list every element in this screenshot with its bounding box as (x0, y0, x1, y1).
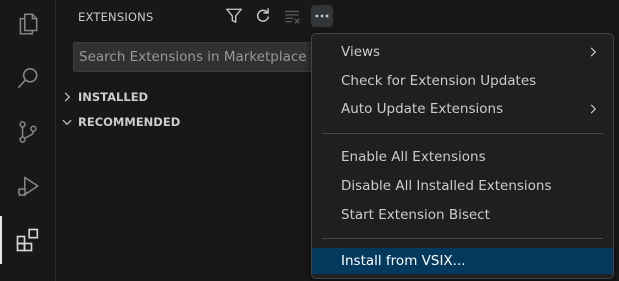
menu-item-enable-all[interactable]: Enable All Extensions (312, 144, 613, 170)
menu-item-label: Start Extension Bisect (341, 207, 490, 223)
menu-separator (322, 133, 603, 134)
sidebar-title: EXTENSIONS (78, 10, 154, 24)
menu-item-views[interactable]: Views (312, 39, 613, 65)
section-label: RECOMMENDED (78, 115, 181, 129)
menu-item-label: Disable All Installed Extensions (341, 178, 552, 194)
submenu-chevron-icon (585, 101, 601, 117)
refresh-icon[interactable] (252, 5, 274, 27)
menu-item-check-updates[interactable]: Check for Extension Updates (312, 68, 613, 94)
menu-item-label: Check for Extension Updates (341, 73, 537, 89)
menu-item-label: Enable All Extensions (341, 149, 486, 165)
menu-item-label: Auto Update Extensions (341, 101, 504, 117)
search-icon[interactable] (0, 54, 56, 102)
search-input[interactable] (73, 42, 327, 72)
section-label: INSTALLED (78, 90, 149, 104)
chevron-down-icon (59, 114, 75, 130)
extensions-icon[interactable] (0, 216, 56, 264)
menu-item-install-vsix[interactable]: Install from VSIX... (312, 248, 613, 274)
more-actions-icon[interactable] (311, 5, 333, 27)
run-debug-icon[interactable] (0, 162, 56, 210)
source-control-icon[interactable] (0, 108, 56, 156)
chevron-right-icon (59, 89, 75, 105)
menu-separator (322, 238, 603, 239)
filter-icon[interactable] (223, 5, 245, 27)
menu-item-label: Views (341, 44, 381, 60)
activity-bar (0, 0, 56, 281)
clear-icon[interactable] (281, 5, 303, 27)
explorer-icon[interactable] (0, 0, 56, 48)
menu-item-auto-update[interactable]: Auto Update Extensions (312, 96, 613, 122)
menu-item-bisect[interactable]: Start Extension Bisect (312, 202, 613, 228)
menu-item-label: Install from VSIX... (341, 253, 466, 269)
more-actions-menu: Views Check for Extension Updates Auto U… (311, 33, 614, 279)
menu-item-disable-all[interactable]: Disable All Installed Extensions (312, 173, 613, 199)
submenu-chevron-icon (585, 44, 601, 60)
